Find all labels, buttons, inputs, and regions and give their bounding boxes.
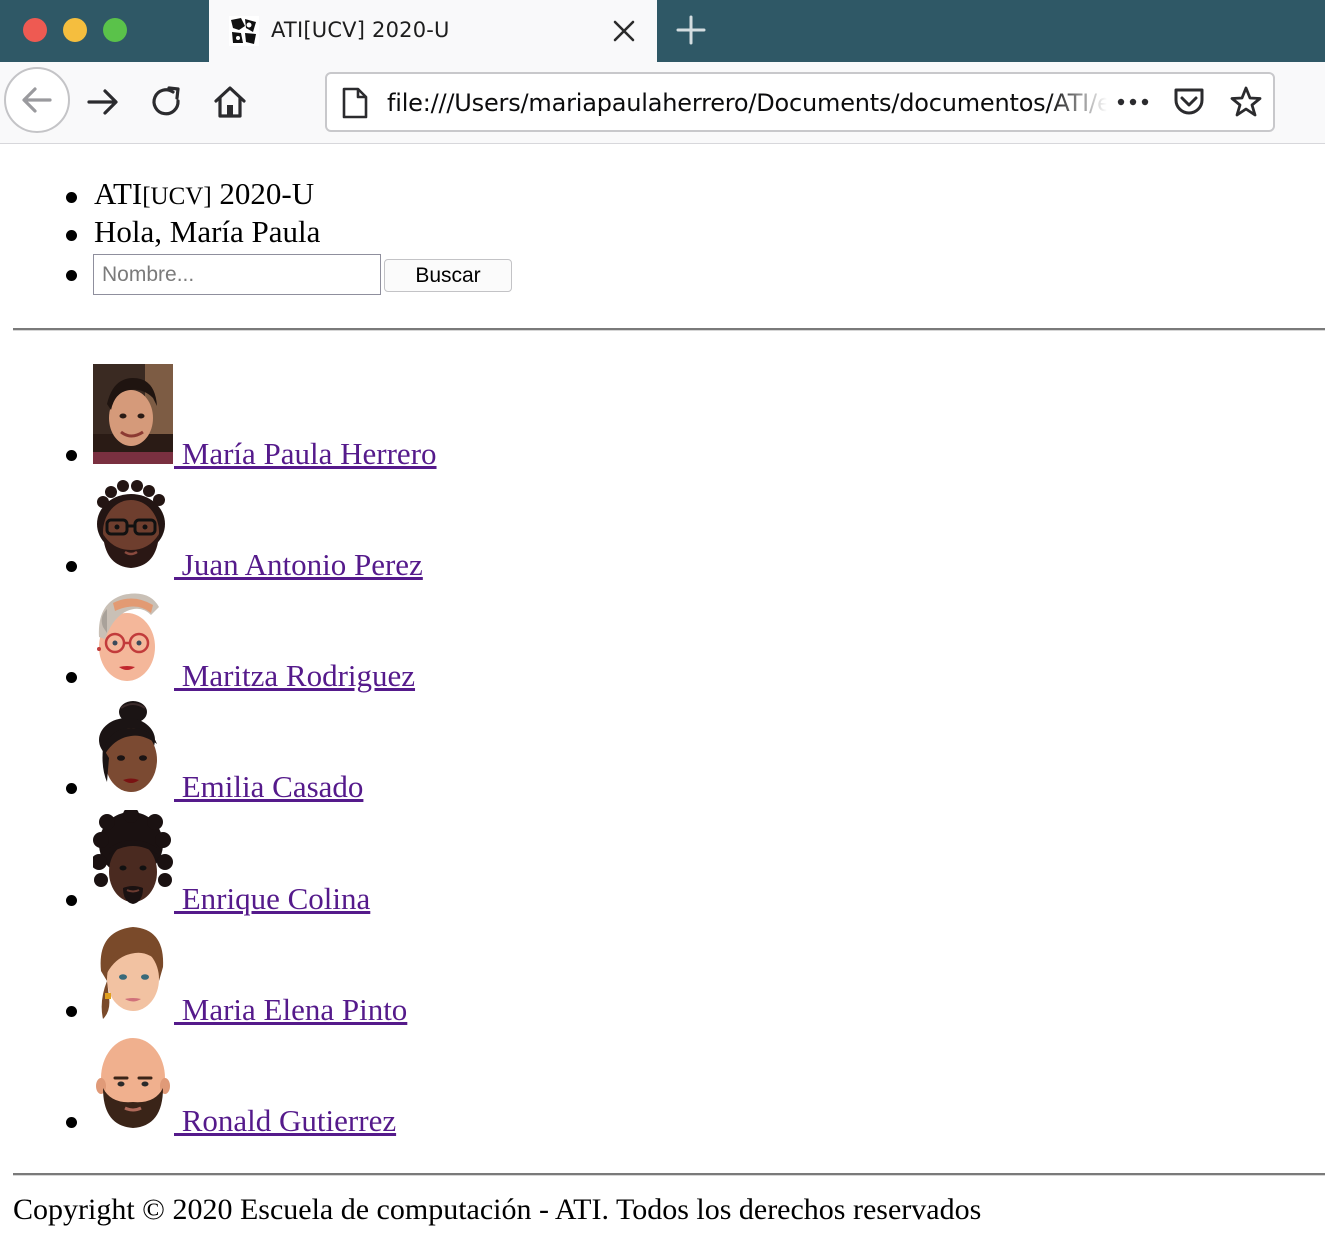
user-link[interactable]: Maritza Rodriguez	[174, 658, 415, 694]
list-bullet	[66, 192, 77, 203]
woman-ponytail-icon[interactable]	[93, 921, 173, 1021]
list-bullet	[66, 450, 77, 461]
list-bullet	[66, 1117, 77, 1128]
user-link[interactable]: Enrique Colina	[174, 881, 371, 917]
back-arrow-icon	[22, 87, 52, 113]
man-glasses-beard-icon[interactable]	[93, 476, 173, 576]
star-icon[interactable]	[1229, 85, 1263, 119]
brand-prefix: ATI	[94, 176, 143, 211]
user-link[interactable]: Juan Antonio Perez	[174, 547, 423, 583]
avatar-photo-icon[interactable]	[93, 364, 173, 464]
plus-icon[interactable]	[675, 14, 707, 46]
page-icon	[342, 87, 368, 119]
search-input[interactable]	[93, 254, 381, 295]
close-icon[interactable]	[611, 18, 637, 44]
tab-favicon-icon	[229, 16, 259, 46]
bald-man-beard-icon[interactable]	[93, 1032, 173, 1132]
home-icon[interactable]	[212, 84, 248, 120]
brand-suffix: 2020-U	[211, 176, 315, 211]
woman-bun-icon[interactable]	[93, 698, 173, 798]
browser-navbar: file:///Users/mariapaulaherrero/Document…	[0, 62, 1325, 144]
reload-icon[interactable]	[149, 84, 185, 120]
back-button[interactable]	[4, 67, 70, 133]
divider-bottom	[13, 1173, 1325, 1176]
user-link[interactable]: Ronald Gutierrez	[174, 1103, 396, 1139]
window-zoom-dot[interactable]	[103, 18, 127, 42]
list-bullet	[66, 783, 77, 794]
window-close-dot[interactable]	[23, 18, 47, 42]
brand-title: ATI[UCV] 2020-U	[94, 176, 314, 215]
woman-glasses-grey-hair-icon[interactable]	[93, 587, 173, 687]
search-button[interactable]: Buscar	[384, 259, 512, 292]
user-link[interactable]: Emilia Casado	[174, 769, 364, 805]
divider-top	[13, 328, 1325, 331]
list-bullet	[66, 270, 77, 281]
url-text[interactable]: file:///Users/mariapaulaherrero/Document…	[387, 89, 1107, 117]
browser-titlebar: ATI[UCV] 2020-U	[0, 0, 1325, 62]
user-link[interactable]: Maria Elena Pinto	[174, 992, 408, 1028]
more-icon[interactable]	[1115, 88, 1151, 116]
list-bullet	[66, 1006, 77, 1017]
greeting-text: Hola, María Paula	[94, 214, 321, 249]
url-bar[interactable]: file:///Users/mariapaulaherrero/Document…	[325, 72, 1275, 132]
man-curly-hair-icon[interactable]	[93, 810, 173, 910]
brand-small: [UCV]	[142, 183, 212, 210]
footer-copyright: Copyright © 2020 Escuela de computación …	[13, 1193, 982, 1226]
list-bullet	[66, 672, 77, 683]
list-bullet	[66, 561, 77, 572]
user-link[interactable]: María Paula Herrero	[174, 436, 437, 472]
list-bullet	[66, 895, 77, 906]
pocket-icon[interactable]	[1172, 86, 1206, 118]
tab-title: ATI[UCV] 2020-U	[271, 18, 450, 42]
list-bullet	[66, 230, 77, 241]
browser-tab[interactable]: ATI[UCV] 2020-U	[209, 0, 657, 62]
window-minimize-dot[interactable]	[63, 18, 87, 42]
page-content: ATI[UCV] 2020-U Hola, María Paula Buscar	[0, 144, 1325, 1242]
forward-arrow-icon[interactable]	[85, 84, 121, 120]
